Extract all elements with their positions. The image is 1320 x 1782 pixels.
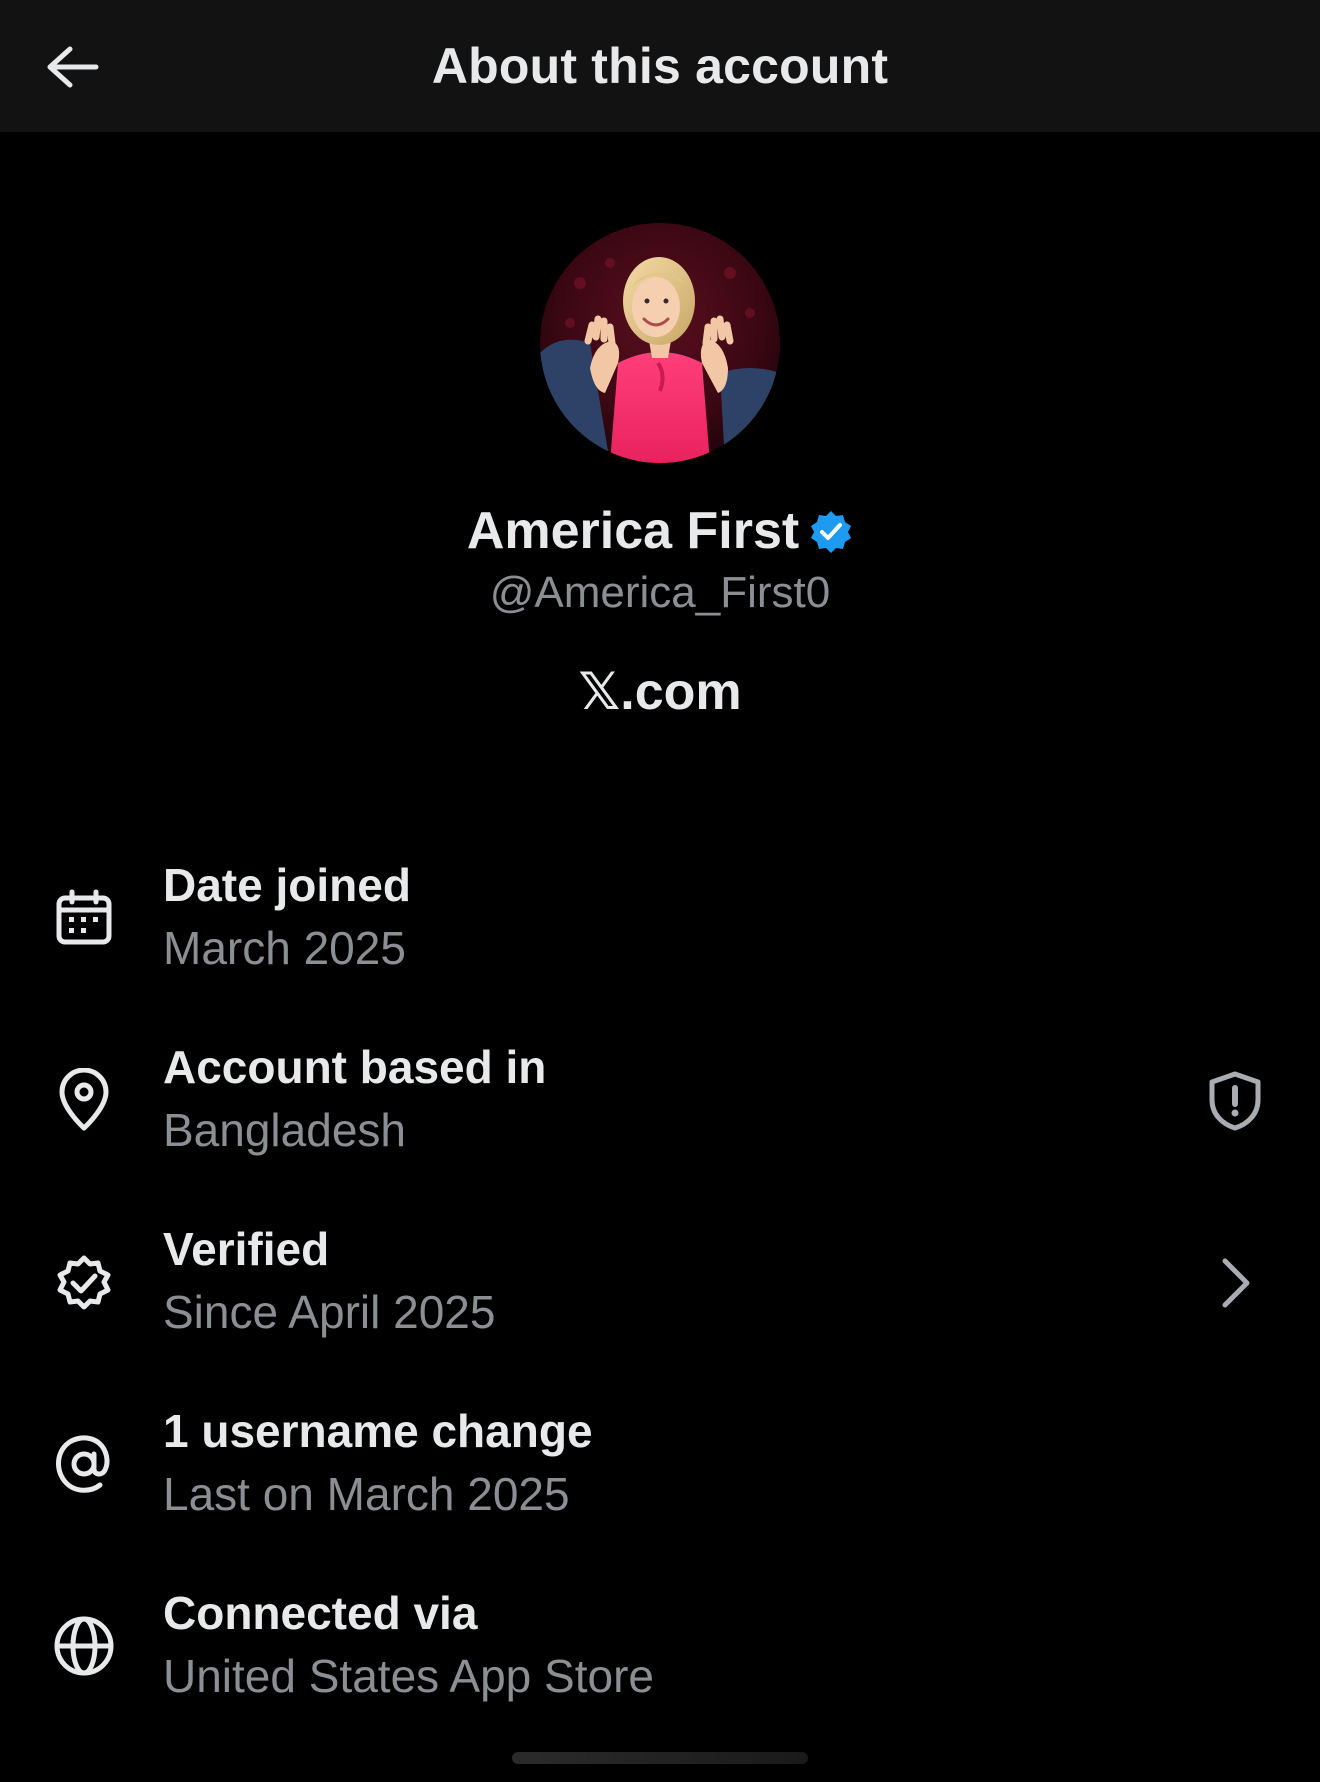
home-indicator <box>512 1752 808 1764</box>
verified-seal-icon <box>50 1248 118 1316</box>
detail-value: United States App Store <box>163 1650 654 1702</box>
chevron-right-icon[interactable] <box>1200 1248 1270 1318</box>
account-details-list: Date joined March 2025 Account based in … <box>0 850 1320 1760</box>
detail-text: 1 username change Last on March 2025 <box>163 1400 593 1526</box>
at-sign-icon <box>50 1430 118 1498</box>
globe-icon <box>50 1612 118 1680</box>
platform-label: 𝕏.com <box>578 663 742 721</box>
display-name: America First <box>466 502 800 560</box>
detail-text: Verified Since April 2025 <box>163 1218 495 1344</box>
detail-text: Connected via United States App Store <box>163 1582 654 1708</box>
detail-title: Date joined <box>163 859 411 911</box>
verified-badge-icon <box>809 509 853 553</box>
detail-title: 1 username change <box>163 1405 593 1457</box>
detail-value: Since April 2025 <box>163 1286 496 1338</box>
detail-title: Verified <box>163 1223 330 1275</box>
detail-verified[interactable]: Verified Since April 2025 <box>0 1214 1320 1396</box>
detail-value: March 2025 <box>163 922 406 974</box>
detail-text: Account based in Bangladesh <box>163 1036 546 1162</box>
detail-connected-via: Connected via United States App Store <box>0 1578 1320 1760</box>
page-title: About this account <box>431 38 889 94</box>
shield-alert-icon[interactable] <box>1200 1066 1270 1136</box>
detail-title: Account based in <box>163 1041 547 1093</box>
profile-photo <box>540 223 780 463</box>
detail-value: Last on March 2025 <box>163 1468 570 1520</box>
detail-value: Bangladesh <box>163 1104 406 1156</box>
detail-account-based-in: Account based in Bangladesh <box>0 1032 1320 1214</box>
account-handle: @America_First0 <box>489 568 831 617</box>
detail-username-changes: 1 username change Last on March 2025 <box>0 1396 1320 1578</box>
calendar-icon <box>50 884 118 952</box>
detail-text: Date joined March 2025 <box>163 854 411 980</box>
location-pin-icon <box>50 1066 118 1134</box>
display-name-row: America First <box>0 496 1320 566</box>
avatar[interactable] <box>540 223 780 463</box>
detail-date-joined: Date joined March 2025 <box>0 850 1320 1032</box>
detail-title: Connected via <box>163 1587 478 1639</box>
top-bar: About this account <box>0 0 1320 132</box>
